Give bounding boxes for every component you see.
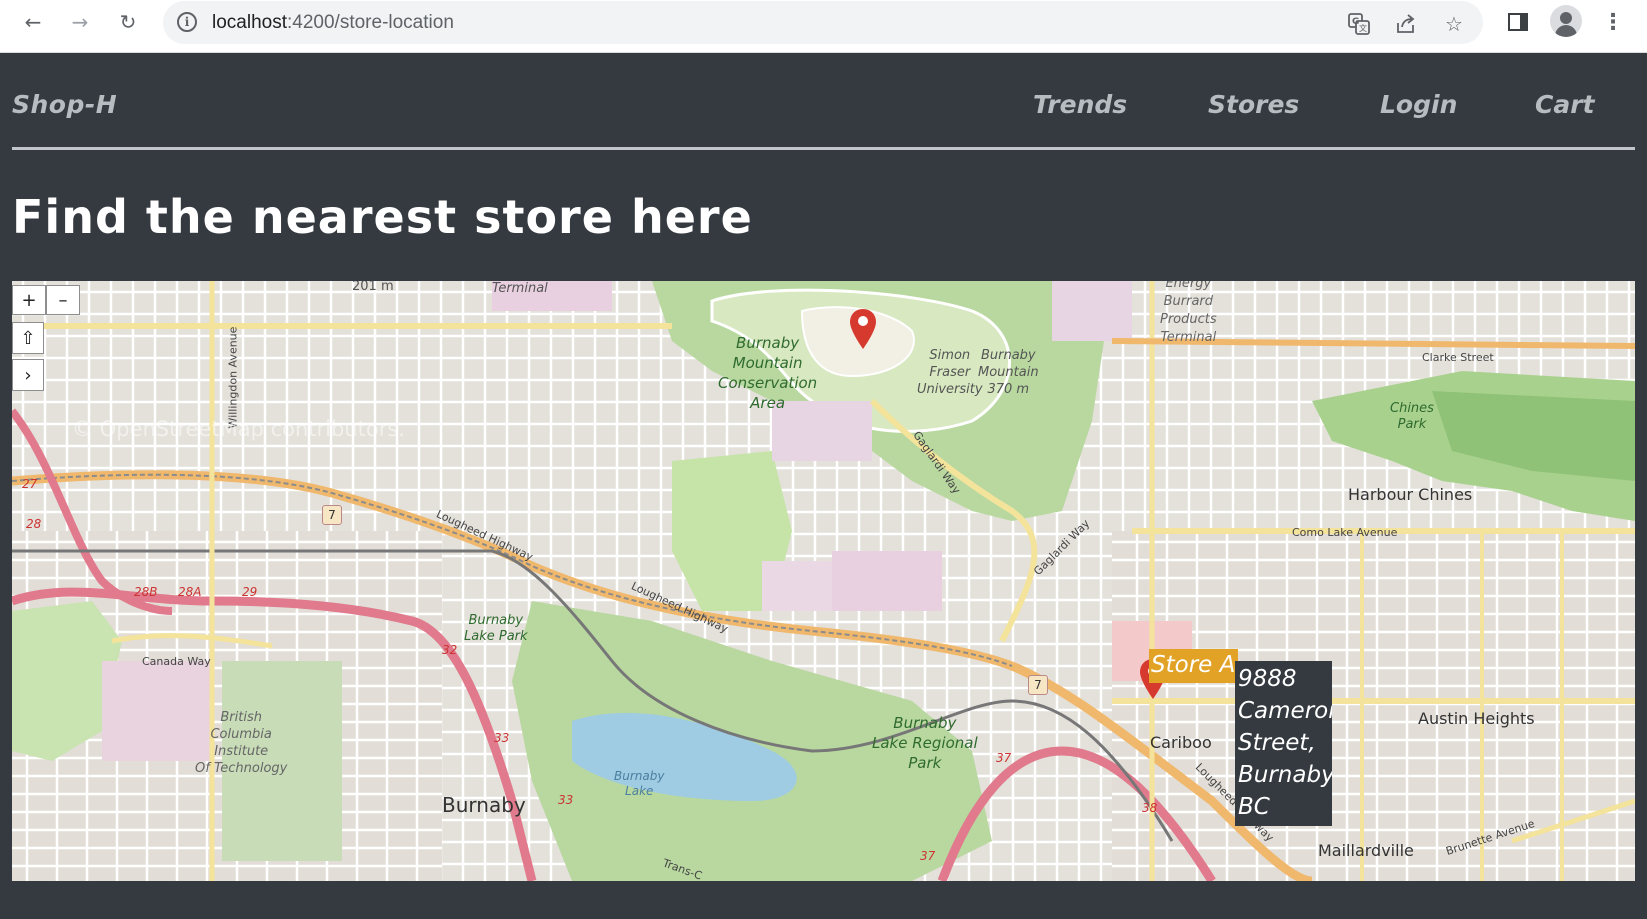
cariboo-label: Cariboo bbox=[1150, 733, 1212, 752]
share-icon[interactable] bbox=[1393, 11, 1419, 37]
zoom-in-button[interactable]: + bbox=[12, 285, 46, 315]
forward-arrow-icon[interactable]: → bbox=[66, 8, 94, 36]
canada-way-label: Canada Way bbox=[142, 655, 211, 668]
energy-terminal-label: Energy Burrard Products Terminal bbox=[1160, 281, 1217, 345]
translate-icon[interactable]: G文 bbox=[1346, 11, 1372, 37]
route-33-label: 33 bbox=[494, 731, 510, 745]
home-extent-button[interactable]: ⇧ bbox=[12, 322, 44, 354]
map-attribution: © OpenStreetMap contributors. bbox=[72, 417, 405, 441]
store-map[interactable]: 201 m Terminal Burnaby Mountain Conserva… bbox=[12, 281, 1635, 881]
reload-icon[interactable]: ↻ bbox=[114, 8, 142, 36]
bcit-label: British Columbia Institute Of Technology bbox=[195, 710, 288, 776]
route-28-label: 28 bbox=[26, 517, 42, 531]
page-title: Find the nearest store here bbox=[12, 190, 753, 244]
route-28a-label: 28A bbox=[178, 585, 202, 599]
map-tiles[interactable] bbox=[12, 281, 1635, 881]
url-host: localhost bbox=[212, 12, 287, 33]
side-panel-icon[interactable] bbox=[1505, 8, 1531, 36]
route-33-label-2: 33 bbox=[558, 793, 574, 807]
harbour-chines-label: Harbour Chines bbox=[1348, 485, 1473, 504]
nav-link-trends[interactable]: Trends bbox=[1033, 90, 1127, 119]
route-37-label: 37 bbox=[996, 751, 1012, 765]
burnaby-mountain-label: Burnaby Mountain 370 m bbox=[978, 348, 1039, 397]
profile-icon[interactable] bbox=[1550, 5, 1582, 37]
back-arrow-icon[interactable]: ← bbox=[19, 8, 47, 36]
clarke-street-label: Clarke Street bbox=[1422, 351, 1494, 364]
chines-park-label: Chines Park bbox=[1390, 401, 1434, 432]
burnaby-mountain-conservation-label: Burnaby Mountain Conservation Area bbox=[718, 334, 818, 412]
map-marker-icon[interactable] bbox=[850, 309, 876, 349]
browser-toolbar: ← → ↻ i localhost:4200/store-location G文… bbox=[0, 0, 1647, 53]
terminal-label: Terminal bbox=[492, 281, 548, 296]
route-7-shield-2: 7 bbox=[1028, 675, 1048, 695]
willingdon-avenue-label: Willingdon Avenue bbox=[226, 326, 240, 429]
nav-link-cart[interactable]: Cart bbox=[1535, 90, 1595, 119]
como-lake-label: Como Lake Avenue bbox=[1292, 526, 1398, 539]
address-bar[interactable]: i localhost:4200/store-location G文 ☆ bbox=[163, 1, 1483, 44]
route-28b-label: 28B bbox=[134, 585, 158, 599]
url-text[interactable]: localhost:4200/store-location bbox=[212, 12, 454, 34]
route-32-label: 32 bbox=[442, 643, 458, 657]
kebab-menu-icon[interactable]: ⋮ bbox=[1602, 8, 1624, 36]
nav-link-login[interactable]: Login bbox=[1380, 90, 1457, 119]
burnaby-lake-label: Burnaby Lake bbox=[614, 769, 665, 798]
burnaby-city-label: Burnaby bbox=[442, 793, 526, 817]
store-address-popup: 9888 Cameron Street, Burnaby, BC bbox=[1235, 661, 1332, 826]
route-29-label: 29 bbox=[242, 585, 258, 599]
star-icon[interactable]: ☆ bbox=[1441, 11, 1467, 37]
maillardville-label: Maillardville bbox=[1318, 841, 1414, 860]
app-navbar: Shop-H Trends Stores Login Cart bbox=[0, 54, 1647, 149]
route-38-label: 38 bbox=[1142, 801, 1158, 815]
nav-link-stores[interactable]: Stores bbox=[1208, 90, 1299, 119]
elevation-label: 201 m bbox=[352, 281, 394, 294]
navbar-divider bbox=[12, 147, 1635, 150]
brand-link[interactable]: Shop-H bbox=[12, 90, 117, 119]
info-icon[interactable]: i bbox=[177, 12, 197, 32]
svg-text:文: 文 bbox=[1359, 23, 1367, 33]
zoom-out-button[interactable]: – bbox=[46, 285, 80, 315]
route-27-label: 27 bbox=[22, 477, 38, 491]
zoom-controls: + – bbox=[12, 285, 80, 315]
sfu-label: Simon Fraser University bbox=[917, 348, 983, 397]
burnaby-lake-regional-park-label: Burnaby Lake Regional Park bbox=[872, 714, 978, 772]
austin-heights-label: Austin Heights bbox=[1418, 709, 1535, 728]
route-7-shield: 7 bbox=[322, 505, 342, 525]
url-path: :4200/store-location bbox=[287, 12, 454, 33]
burnaby-lake-park-label: Burnaby Lake Park bbox=[464, 613, 528, 644]
expand-panel-button[interactable]: › bbox=[12, 359, 44, 391]
route-37-label-2: 37 bbox=[920, 849, 936, 863]
store-name-label[interactable]: Store A bbox=[1149, 649, 1238, 683]
